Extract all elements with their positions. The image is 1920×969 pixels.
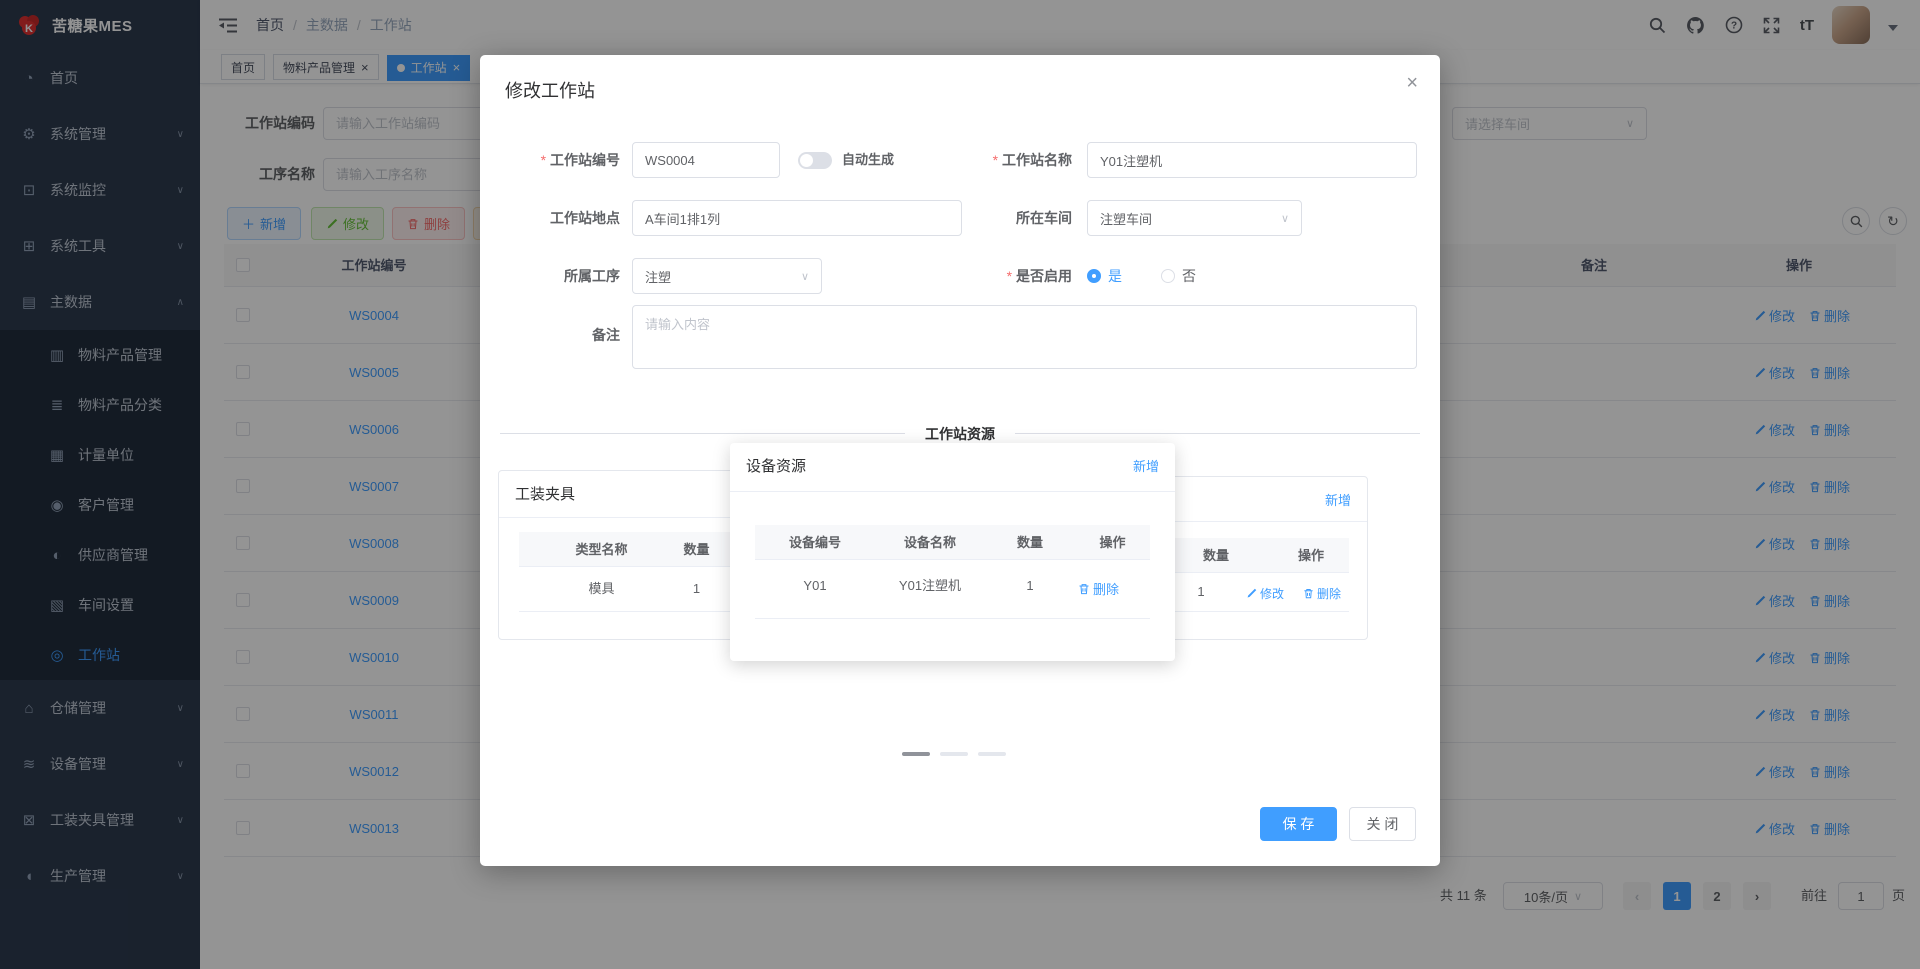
edit-workstation-dialog: 修改工作站 × 工作站编号 自动生成 工作站名称 工作站地点 所在车间 注塑车间…	[480, 55, 1440, 866]
dialog-title: 修改工作站	[505, 81, 595, 101]
device-resource-card: 设备资源 新增 设备编号 设备名称 数量 操作 Y01 Y01注塑机 1 删除	[730, 443, 1175, 661]
trash-icon	[1079, 583, 1089, 594]
close-icon[interactable]: ×	[1406, 73, 1418, 93]
workshop-label: 所在车间	[1016, 210, 1072, 226]
third-qty-cell: 1	[1197, 584, 1205, 599]
radio-dot	[1161, 269, 1175, 283]
code-field[interactable]	[632, 142, 780, 178]
device-code-cell: Y01	[803, 578, 827, 593]
name-field[interactable]	[1087, 142, 1417, 178]
workshop-select[interactable]: 注塑车间 ∨	[1087, 200, 1302, 236]
fixture-type-cell: 模具	[588, 581, 615, 596]
carousel-indicators	[902, 752, 1006, 756]
device-card-add-button[interactable]: 新增	[1133, 456, 1159, 475]
device-delete-button[interactable]: 删除	[1078, 579, 1119, 598]
workstation-code-input[interactable]	[632, 142, 780, 178]
resources-divider: 工作站资源	[500, 424, 1420, 444]
carousel-dot[interactable]	[978, 752, 1006, 756]
chevron-down-icon: ∨	[1280, 212, 1289, 225]
device-qty-cell: 1	[1026, 578, 1034, 593]
device-card-title: 设备资源	[746, 458, 807, 475]
remark-textarea[interactable]	[632, 305, 1417, 369]
enabled-label: 是否启用	[860, 258, 1072, 294]
radio-dot	[1087, 269, 1101, 283]
fixture-card-title: 工装夹具	[515, 486, 576, 503]
fixture-qty-cell: 1	[692, 581, 701, 596]
save-button[interactable]: 保 存	[1260, 807, 1337, 841]
process-label: 所属工序	[564, 268, 620, 284]
resources-divider-label: 工作站资源	[905, 424, 1015, 444]
remark-label: 备注	[592, 327, 620, 343]
third-edit-button[interactable]: 修改	[1246, 585, 1284, 602]
radio-no[interactable]: 否	[1161, 268, 1196, 284]
autogen-toggle[interactable]	[798, 152, 832, 169]
third-card-add-button[interactable]: 新增	[1325, 490, 1351, 509]
location-label: 工作站地点	[550, 210, 620, 226]
carousel-dot-active[interactable]	[902, 752, 930, 756]
name-label: 工作站名称	[860, 142, 1072, 178]
workstation-name-input[interactable]	[1087, 142, 1417, 178]
carousel-dot[interactable]	[940, 752, 968, 756]
chevron-down-icon: ∨	[800, 270, 809, 283]
process-select[interactable]: 注塑 ∨	[632, 258, 822, 294]
code-label: 工作站编号	[480, 142, 620, 178]
third-delete-button[interactable]: 删除	[1303, 585, 1341, 602]
pencil-icon	[1247, 588, 1257, 598]
device-table-header: 设备编号 设备名称 数量 操作	[755, 525, 1150, 560]
radio-yes[interactable]: 是	[1087, 268, 1122, 284]
trash-icon	[1304, 589, 1313, 599]
dialog-close-button[interactable]: 关 闭	[1349, 807, 1416, 841]
device-name-cell: Y01注塑机	[898, 578, 962, 593]
